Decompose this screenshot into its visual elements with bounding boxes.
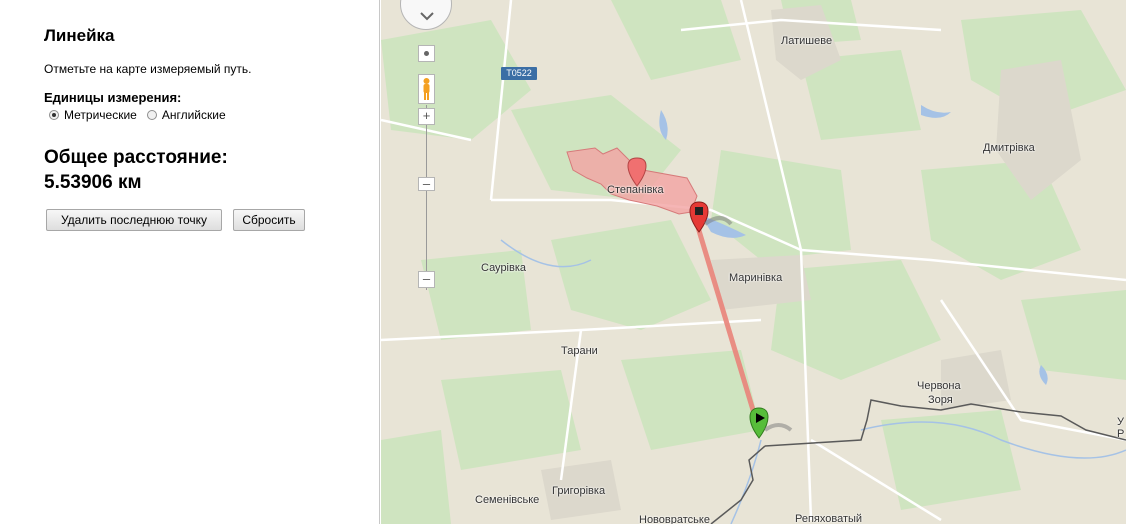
place-label: Червона (917, 380, 961, 392)
imperial-radio-label[interactable]: Английские (162, 108, 226, 122)
place-label: Р (1117, 428, 1125, 440)
place-label: Зоря (928, 394, 953, 406)
zoom-in-icon[interactable]: + (418, 108, 435, 125)
zoom-slider-track[interactable] (426, 105, 427, 290)
place-label: Дмитрівка (983, 142, 1035, 154)
panel-title: Линейка (44, 26, 115, 45)
place-label: Латишеве (781, 35, 833, 47)
total-distance-label: Общее расстояние: (44, 147, 228, 168)
place-label: Семенівське (475, 494, 540, 506)
start-marker-flag-icon[interactable] (749, 407, 793, 439)
total-distance-value: 5.53906 км (44, 172, 142, 193)
imperial-radio[interactable] (146, 110, 157, 120)
pan-control-icon[interactable] (400, 0, 452, 30)
ruler-panel: Линейка Отметьте на карте измеряемый пут… (0, 0, 380, 524)
metric-radio[interactable] (49, 110, 59, 120)
instructions-text: Отметьте на карте измеряемый путь. (44, 62, 252, 76)
place-label: У (1117, 416, 1124, 428)
place-label: Григорівка (552, 485, 606, 497)
chevron-down-icon (420, 12, 434, 21)
place-label: Тарани (561, 345, 598, 357)
place-label: Саурівка (481, 262, 527, 274)
place-label: Маринівка (729, 272, 783, 284)
map-canvas[interactable]: T0522 Латишеве Дмитрівка Степанівка Саур… (381, 0, 1126, 524)
location-icon[interactable] (418, 45, 435, 62)
place-label: Степанівка (607, 184, 664, 196)
units-radio-group: Метрические Английские (49, 108, 236, 122)
delete-last-point-button[interactable]: Удалить последнюю точку (46, 209, 222, 231)
zoom-slider-handle[interactable]: – (418, 177, 435, 191)
place-label: Репяховатый (795, 513, 863, 524)
reset-button[interactable]: Сбросить (233, 209, 305, 231)
pegman-icon[interactable] (418, 74, 435, 104)
metric-radio-label[interactable]: Метрические (64, 108, 137, 122)
road-shield-label: T0522 (501, 67, 537, 80)
place-label: Нововратське (639, 514, 710, 524)
units-label: Единицы измерения: (44, 90, 182, 105)
zoom-out-icon[interactable]: – (418, 271, 435, 288)
